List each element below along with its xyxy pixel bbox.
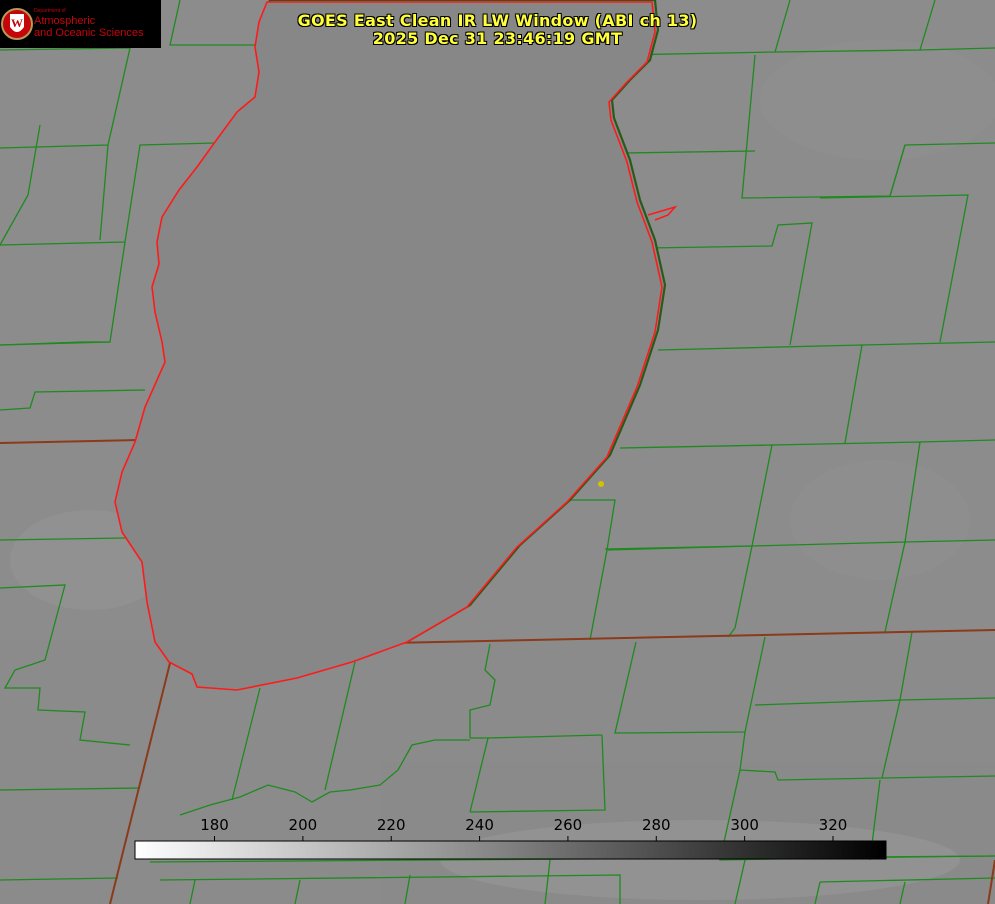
aos-logo: W Department of Atmospheric and Oceanic … — [0, 0, 161, 48]
colorbar-tick-label: 260 — [554, 816, 583, 834]
city-marker — [598, 481, 604, 487]
colorbar — [134, 840, 887, 860]
colorbar-tick-label: 180 — [200, 816, 229, 834]
colorbar-tick-label: 200 — [289, 816, 318, 834]
colorbar-tick-label: 240 — [465, 816, 494, 834]
colorbar-tick-label: 220 — [377, 816, 406, 834]
svg-text:W: W — [11, 16, 23, 30]
colorbar-tick-label: 320 — [819, 816, 848, 834]
uw-seal-icon: W — [1, 8, 33, 40]
logo-dept-label: Department of — [34, 8, 66, 14]
colorbar-tick-label: 300 — [730, 816, 759, 834]
logo-line-2: and Oceanic Sciences — [34, 27, 144, 39]
logo-line-1: Atmospheric — [34, 15, 96, 27]
colorbar-tick-label: 280 — [642, 816, 671, 834]
satellite-map: 180 200 220 240 260 280 300 320 — [0, 0, 995, 904]
